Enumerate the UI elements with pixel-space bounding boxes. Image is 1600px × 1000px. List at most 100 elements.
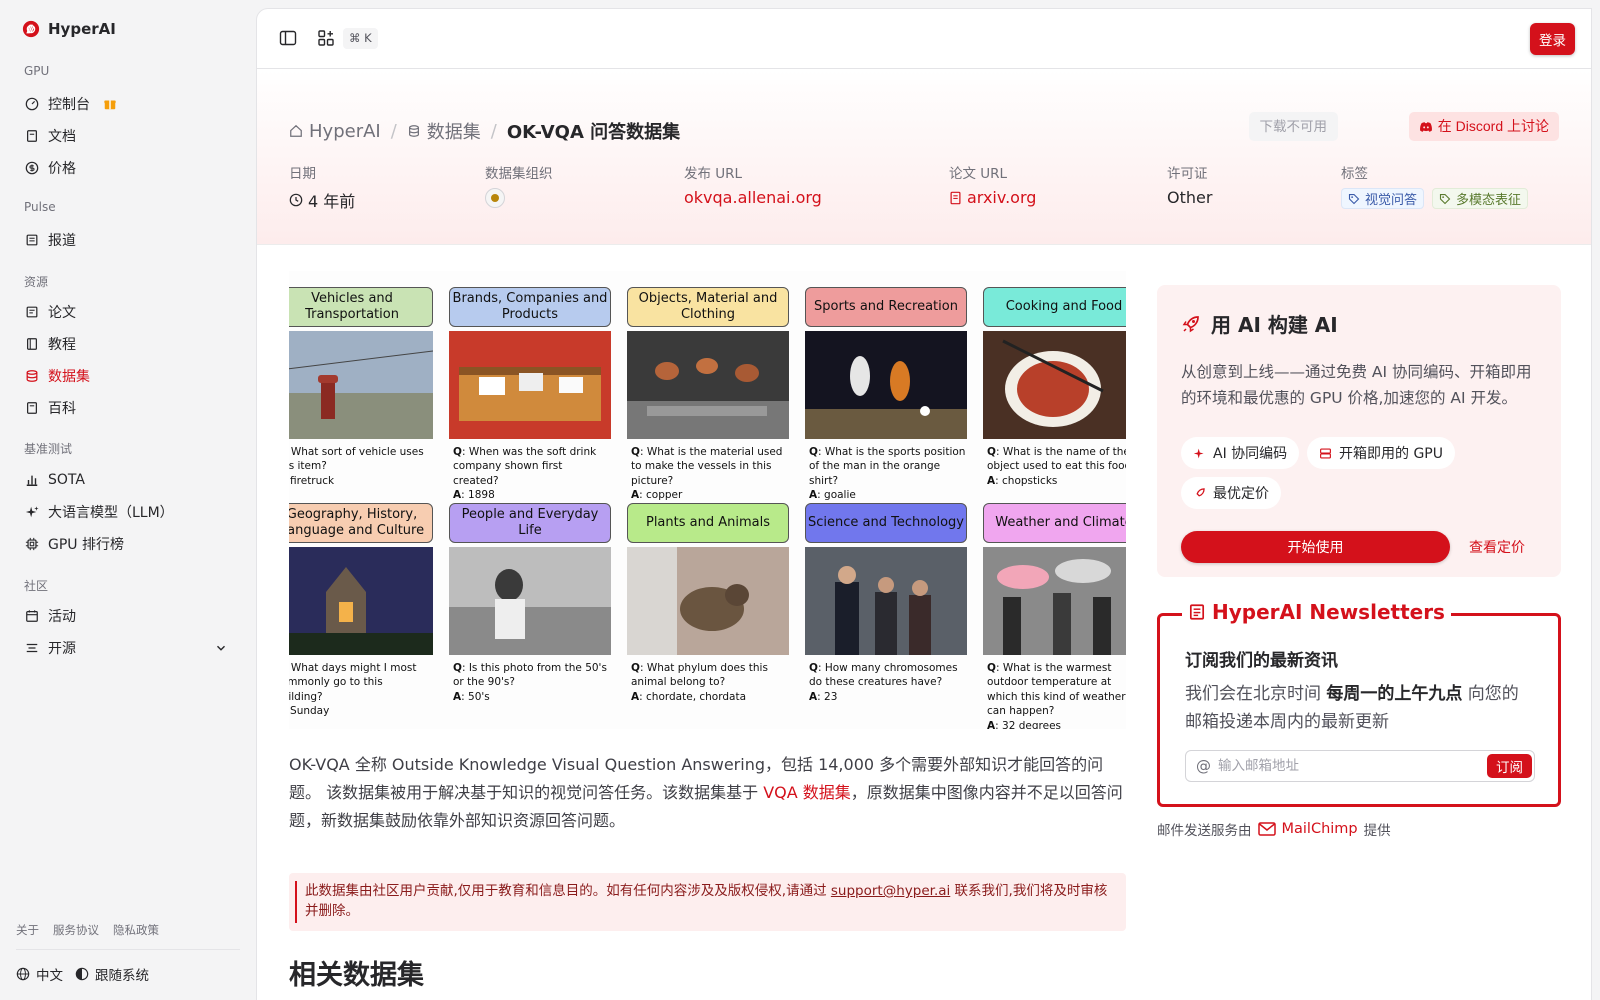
meta-license: 许可证 Other [1167, 162, 1212, 207]
breadcrumb-home[interactable]: HyperAI [289, 121, 381, 142]
promo-title-row: 用 AI 构建 AI [1181, 309, 1338, 338]
document-icon [950, 191, 961, 204]
sidebar-item-news[interactable]: 报道 [16, 225, 240, 255]
nav-section-gpu: GPU [24, 64, 50, 78]
dataset-figure: Vehicles and Transportation Q: What sort… [289, 271, 1126, 729]
category-title: Brands, Companies and Products [449, 287, 611, 327]
org-avatar[interactable] [485, 188, 505, 208]
sidebar-toggle-icon[interactable] [279, 29, 297, 47]
breadcrumb: HyperAI / 数据集 / OK-VQA 问答数据集 [289, 118, 680, 144]
command-shortcut[interactable]: ⌘ K [343, 28, 378, 49]
sidebar-item-gpu-leaderboard[interactable]: GPU 排行榜 [16, 529, 240, 559]
tag-icon [1348, 193, 1360, 204]
newsletter-card: HyperAI Newsletters 订阅我们的最新资讯 我们会在北京时间 每… [1157, 600, 1561, 807]
footer-link-privacy[interactable]: 隐私政策 [113, 922, 159, 938]
footer-controls: 中文 跟随系统 [16, 964, 149, 984]
meta-release-url: 发布 URL okvqa.allenai.org [684, 162, 822, 207]
email-input[interactable] [1218, 755, 1468, 777]
promo-title: 用 AI 构建 AI [1211, 313, 1338, 337]
nav-section-community: 社区 [24, 579, 49, 593]
support-email-link[interactable]: support@hyper.ai [831, 883, 950, 899]
sidebar-item-wiki[interactable]: 百科 [16, 393, 240, 423]
newspaper-icon [26, 234, 38, 246]
mailchimp-post: 提供 [1363, 823, 1391, 839]
sparkles-icon [25, 506, 39, 518]
meta-org-label: 数据集组织 [485, 166, 553, 182]
sample-image [627, 547, 789, 655]
sample-image [983, 547, 1126, 655]
sample-image [449, 331, 611, 439]
discord-button-label: 在 Discord 上讨论 [1437, 118, 1549, 134]
get-started-button[interactable]: 开始使用 [1181, 531, 1450, 563]
sidebar-item-open-source[interactable]: 开源 [16, 633, 240, 663]
chevron-down-icon[interactable] [214, 641, 228, 655]
sidebar-item-sota[interactable]: SOTA [16, 465, 240, 495]
figure-cell: People and Everyday Life Q: Is this phot… [449, 503, 611, 704]
view-pricing-link[interactable]: 查看定价 [1469, 537, 1525, 557]
sidebar-item-tutorials[interactable]: 教程 [16, 329, 240, 359]
category-title: Vehicles and Transportation [289, 287, 433, 327]
sample-image [627, 331, 789, 439]
vqa-dataset-link[interactable]: VQA 数据集 [763, 783, 851, 802]
calendar-icon [26, 610, 38, 622]
tag-multimodal[interactable]: 多模态表征 [1432, 188, 1529, 209]
brand[interactable]: HyperAI [22, 20, 116, 38]
tag-label: 多模态表征 [1456, 193, 1522, 208]
newsletter-title-row: HyperAI Newsletters [1182, 600, 1451, 624]
newsletter-form: @ 订阅 [1185, 750, 1535, 782]
meta-license-label: 许可证 [1167, 166, 1208, 182]
meta-date-value-row: 4 年前 [289, 188, 355, 212]
sidebar-item-papers[interactable]: 论文 [16, 297, 240, 327]
category-title: Sports and Recreation [805, 287, 967, 327]
category-title: Geography, History, Language and Culture [289, 503, 433, 543]
feature-pill-pricing: 最优定价 [1181, 477, 1281, 509]
sample-answer: 1898 [468, 489, 495, 502]
tag-vqa[interactable]: 视觉问答 [1341, 188, 1425, 209]
login-button[interactable]: 登录 [1530, 23, 1575, 55]
breadcrumb-home-label: HyperAI [309, 120, 381, 142]
figure-cell: Brands, Companies and Products Q: When w… [449, 287, 611, 503]
release-url-link[interactable]: okvqa.allenai.org [684, 188, 822, 207]
language-switcher[interactable]: 中文 [16, 964, 63, 984]
paper-url-link[interactable]: arxiv.org [949, 188, 1036, 207]
sidebar-item-docs[interactable]: 文档 [16, 121, 240, 151]
sample-answer: firetruck [290, 474, 335, 487]
dataset-description: OK-VQA 全称 Outside Knowledge Visual Quest… [289, 751, 1129, 835]
sidebar-item-events[interactable]: 活动 [16, 601, 240, 631]
list-icon [26, 643, 38, 653]
figure-cell: Plants and Animals Q: What phylum does t… [627, 503, 789, 704]
apps-grid-icon[interactable] [317, 29, 335, 47]
sidebar-item-label: 大语言模型（LLM） [48, 505, 174, 521]
download-button: 下载不可用 [1248, 112, 1338, 141]
sample-question: What days might I most commonly go to th… [289, 662, 417, 703]
breadcrumb-datasets[interactable]: 数据集 [407, 118, 481, 144]
gauge-icon [25, 97, 39, 111]
discord-button[interactable]: 在 Discord 上讨论 [1408, 112, 1559, 141]
footer-link-about[interactable]: 关于 [16, 922, 39, 938]
sparkles-icon [1193, 448, 1204, 458]
rocket-icon [1196, 487, 1205, 497]
sample-qa: Q: Is this photo from the 50's or the 90… [453, 662, 607, 703]
sidebar-item-label: 文档 [48, 129, 76, 145]
at-icon: @ [1196, 757, 1211, 775]
sample-answer: copper [646, 489, 683, 502]
sample-qa: Q: When was the soft drink company shown… [453, 446, 597, 502]
sidebar-item-datasets[interactable]: 数据集 [16, 361, 240, 391]
category-title: Weather and Climate [983, 503, 1126, 543]
mailchimp-link[interactable]: MailChimp [1257, 821, 1358, 837]
footer-link-terms[interactable]: 服务协议 [53, 922, 99, 938]
subscribe-button[interactable]: 订阅 [1487, 754, 1532, 778]
sidebar-item-pricing[interactable]: 价格 [16, 153, 240, 183]
sample-image [805, 547, 967, 655]
sidebar-item-label: GPU 排行榜 [48, 537, 124, 553]
sample-question: How many chromosomes do these creatures … [809, 662, 958, 689]
newspaper-icon [1189, 604, 1205, 620]
feature-label: AI 协同编码 [1213, 446, 1288, 462]
theme-switcher[interactable]: 跟随系统 [75, 964, 149, 984]
sidebar-item-label: 控制台 [48, 97, 90, 113]
sidebar-item-llm[interactable]: 大语言模型（LLM） [16, 497, 240, 527]
sample-question: What is the name of the object used to e… [987, 446, 1126, 473]
discord-icon [1419, 121, 1432, 132]
category-title: Cooking and Food [983, 287, 1126, 327]
sidebar-item-console[interactable]: 控制台 [16, 89, 240, 119]
